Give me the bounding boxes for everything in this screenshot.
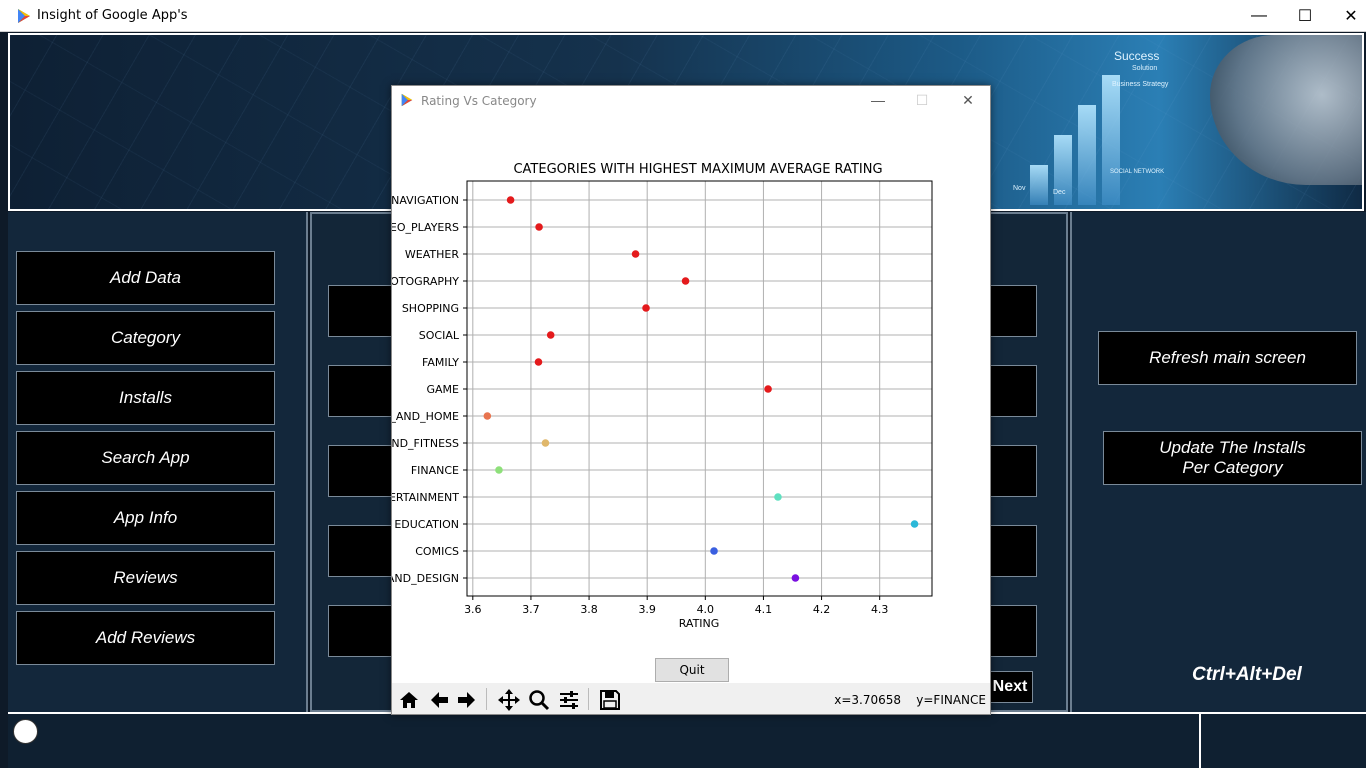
maximize-button[interactable]: ☐ (1282, 0, 1328, 32)
bottom-bar (8, 712, 1366, 768)
y-axis-ticks: NAVIGATION EO_PLAYERS WEATHER OTOGRAPHY SHOP… (392, 194, 467, 585)
y-tick-label: SOCIAL (419, 329, 460, 342)
data-point (534, 358, 543, 366)
x-tick-label: 4.1 (755, 603, 773, 616)
y-tick-label: GAME (427, 383, 460, 396)
close-button[interactable]: ✕ (946, 86, 990, 114)
data-point (541, 439, 550, 447)
x-axis-ticks: 3.6 3.7 3.8 3.9 4.0 4.1 4.2 4.3 (464, 596, 888, 616)
configure-subplots-icon[interactable] (555, 686, 583, 713)
toolbar-separator (486, 688, 487, 710)
data-point (764, 385, 772, 393)
data-point (483, 412, 492, 420)
round-button[interactable] (13, 719, 38, 744)
back-arrow-icon[interactable] (425, 686, 453, 713)
banner-text: Success (1114, 49, 1160, 63)
quit-button[interactable]: Quit (655, 658, 729, 682)
banner-text: Solution (1132, 65, 1158, 72)
toolbar-separator (588, 688, 589, 710)
y-tick-label: EO_PLAYERS (392, 221, 459, 234)
shortcut-label: Ctrl+Alt+Del (1192, 664, 1302, 685)
data-point (774, 493, 782, 501)
add-data-button[interactable]: Add Data (16, 251, 275, 305)
category-button[interactable]: Category (16, 311, 275, 365)
update-installs-label-line2: Per Category (1182, 458, 1283, 477)
middle-left-button[interactable] (328, 525, 398, 577)
x-tick-label: 3.7 (522, 603, 540, 616)
cursor-coordinates: x=3.70658 y=FINANCE (834, 693, 986, 707)
scatter-chart[interactable]: CATEGORIES WITH HIGHEST MAXIMUM AVERAGE … (392, 114, 991, 659)
x-tick-label: 4.0 (697, 603, 715, 616)
x-tick-label: 3.8 (580, 603, 598, 616)
data-point (535, 223, 543, 231)
data-point (631, 250, 640, 258)
banner-text: Dec (1053, 189, 1066, 196)
y-tick-label: FINANCE (411, 464, 459, 477)
search-app-button[interactable]: Search App (16, 431, 275, 485)
y-tick-label: COMICS (415, 545, 459, 558)
data-point (546, 331, 555, 339)
chart-title: CATEGORIES WITH HIGHEST MAXIMUM AVERAGE … (513, 162, 882, 177)
data-point (791, 574, 800, 582)
y-tick-label: WEATHER (405, 248, 459, 261)
minimize-button[interactable]: — (1236, 0, 1282, 32)
y-tick-label: AND_DESIGN (392, 572, 459, 585)
banner-text: SOCIAL NETWORK (1110, 169, 1165, 175)
save-icon[interactable] (596, 686, 624, 713)
middle-left-button[interactable] (328, 605, 398, 657)
data-point (506, 196, 515, 204)
reviews-button[interactable]: Reviews (16, 551, 275, 605)
y-tick-label: _AND_HOME (392, 410, 459, 423)
x-axis-label: RATING (679, 617, 720, 630)
data-point (681, 277, 690, 285)
data-point (495, 466, 503, 474)
data-point (910, 520, 919, 528)
installs-button[interactable]: Installs (16, 371, 275, 425)
minimize-button[interactable]: — (856, 86, 900, 114)
x-tick-label: 3.6 (464, 603, 482, 616)
x-tick-label: 4.3 (871, 603, 889, 616)
middle-left-button[interactable] (328, 285, 398, 337)
chart-window: Rating Vs Category — ☐ ✕ CATEGORIES WITH… (391, 85, 991, 715)
maximize-button[interactable]: ☐ (900, 86, 944, 114)
bottom-divider (1199, 714, 1201, 768)
y-tick-label: OTOGRAPHY (392, 275, 459, 288)
close-button[interactable]: ✕ (1328, 0, 1366, 32)
window-title: Insight of Google App's (37, 8, 188, 23)
y-tick-label: NAVIGATION (392, 194, 459, 207)
data-point (710, 547, 718, 555)
x-tick-label: 3.9 (638, 603, 656, 616)
main-titlebar: Insight of Google App's — ☐ ✕ (0, 0, 1366, 32)
app-logo-icon (18, 9, 30, 23)
chart-window-title: Rating Vs Category (421, 94, 537, 108)
middle-left-button[interactable] (328, 445, 398, 497)
zoom-icon[interactable] (525, 686, 553, 713)
add-reviews-button[interactable]: Add Reviews (16, 611, 275, 665)
app-info-button[interactable]: App Info (16, 491, 275, 545)
x-tick-label: 4.2 (813, 603, 831, 616)
app-logo-icon (401, 93, 413, 107)
y-tick-label: EDUCATION (394, 518, 459, 531)
y-tick-label: ERTAINMENT (392, 491, 459, 504)
pan-icon[interactable] (495, 686, 523, 713)
y-tick-label: ND_FITNESS (392, 437, 459, 450)
y-tick-label: FAMILY (422, 356, 459, 369)
y-tick-label: SHOPPING (402, 302, 459, 315)
refresh-main-screen-button[interactable]: Refresh main screen (1098, 331, 1357, 385)
banner-text: Nov (1013, 185, 1026, 192)
update-installs-button[interactable]: Update The Installs Per Category (1103, 431, 1362, 485)
next-button[interactable]: Next (987, 671, 1033, 703)
data-point (642, 304, 650, 312)
plot-toolbar: x=3.70658 y=FINANCE (392, 683, 990, 714)
forward-arrow-icon[interactable] (453, 686, 481, 713)
middle-left-button[interactable] (328, 365, 398, 417)
home-icon[interactable] (395, 686, 423, 713)
update-installs-label-line1: Update The Installs (1159, 438, 1306, 457)
banner-text: Business Strategy (1112, 81, 1169, 88)
